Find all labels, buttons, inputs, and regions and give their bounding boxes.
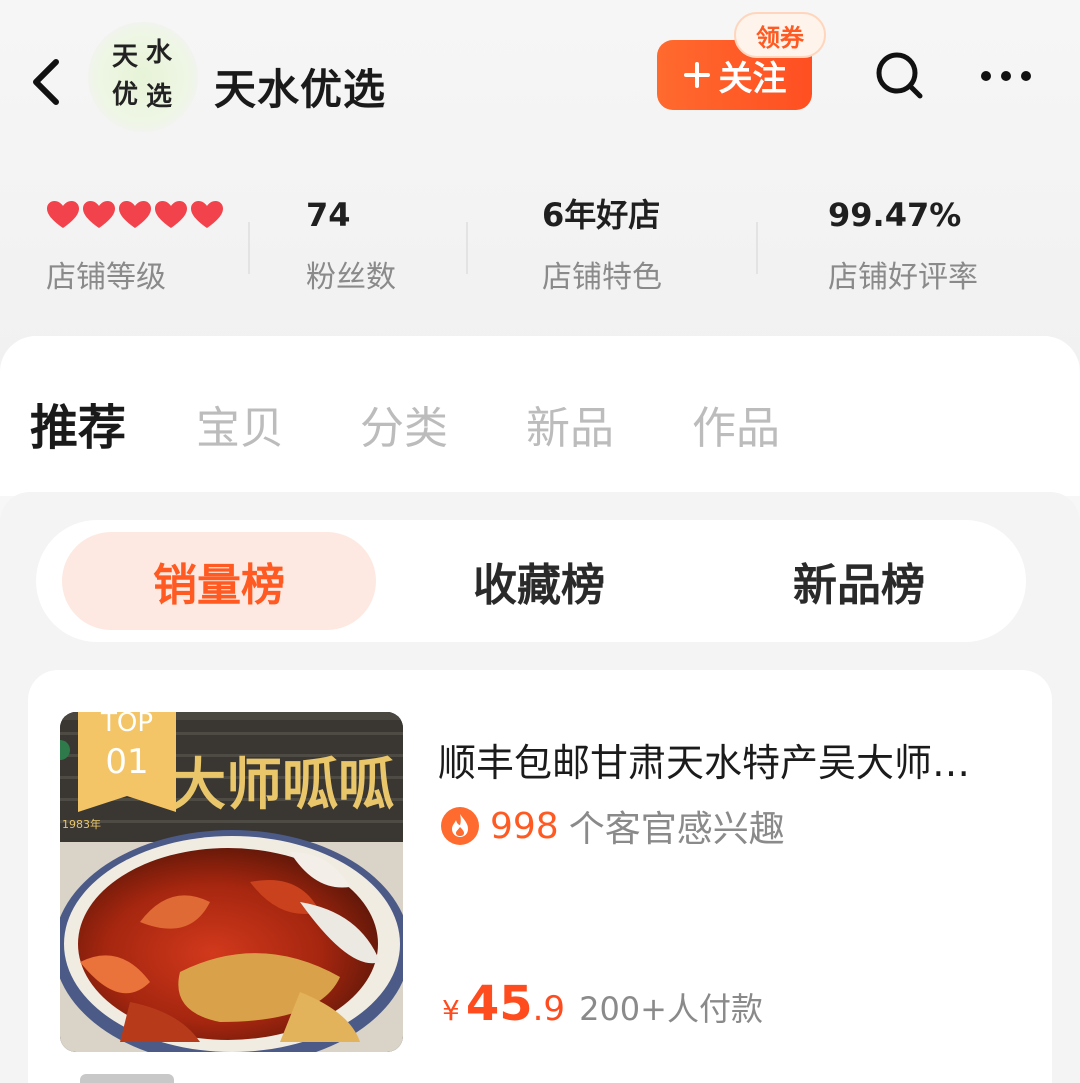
tab-works[interactable]: 作品	[692, 392, 780, 456]
interest-text: 个客官感兴趣	[568, 809, 785, 850]
price-decimal: .9	[532, 989, 566, 1029]
product-title[interactable]: 顺丰包邮甘肃天水特产吴大师…	[438, 732, 1038, 787]
price-integer: 45	[465, 976, 533, 1032]
stat-label: 店铺等级	[46, 260, 166, 295]
price-currency: ¥	[442, 994, 460, 1027]
heart-icon	[47, 201, 79, 228]
more-icon	[981, 71, 1031, 81]
next-item-stub	[80, 1074, 174, 1083]
search-button[interactable]	[872, 48, 928, 108]
heart-icon	[83, 201, 115, 228]
thumb-sign-text: 大师呱呱	[170, 752, 394, 818]
logo-char: 天	[112, 42, 139, 72]
plus-icon	[683, 62, 710, 88]
flame-icon	[441, 807, 479, 845]
stat-value: 6年好店	[542, 196, 661, 234]
paid-count: 200+人付款	[579, 990, 763, 1028]
stat-fans[interactable]: 74 粉丝数	[306, 190, 396, 296]
heart-icon	[191, 201, 223, 228]
stat-label: 粉丝数	[306, 260, 396, 295]
interest-count: 998	[490, 805, 559, 847]
stat-divider	[248, 222, 250, 274]
stat-label: 店铺特色	[542, 260, 662, 295]
logo-char: 优	[112, 80, 139, 110]
tab-categories[interactable]: 分类	[360, 392, 448, 456]
stat-rating[interactable]: 99.47% 店铺好评率	[828, 190, 978, 296]
logo-char: 选	[146, 82, 173, 112]
price-row: ¥ 45 .9 200+人付款	[442, 976, 763, 1032]
store-name[interactable]: 天水优选	[214, 56, 386, 117]
tab-new[interactable]: 新品	[526, 392, 614, 456]
search-icon	[876, 52, 923, 99]
stat-store-level[interactable]: 店铺等级	[46, 190, 224, 296]
back-button[interactable]	[24, 52, 68, 112]
tab-products[interactable]: 宝贝	[196, 392, 284, 456]
rank-tab-favorites[interactable]: 收藏榜	[382, 532, 696, 630]
rank-badge-number: 01	[105, 742, 149, 782]
coupon-badge[interactable]: 领券	[734, 12, 826, 58]
stat-store-feature[interactable]: 6年好店 店铺特色	[542, 190, 662, 296]
stat-label: 店铺好评率	[828, 260, 978, 295]
ranking-switcher: 销量榜 收藏榜 新品榜	[36, 520, 1026, 642]
tab-recommend[interactable]: 推荐	[30, 388, 126, 458]
stat-value: 99.47%	[828, 196, 962, 234]
rank-tab-new[interactable]: 新品榜	[702, 532, 1016, 630]
stat-value: 74	[306, 196, 351, 234]
logo-char: 水	[146, 38, 173, 68]
chevron-left-icon	[33, 59, 59, 105]
rank-tab-sales[interactable]: 销量榜	[62, 532, 376, 630]
store-tabs: 推荐 宝贝 分类 新品 作品	[0, 336, 1080, 496]
stat-divider	[756, 222, 758, 274]
level-hearts	[46, 190, 224, 240]
recommend-content: 销量榜 收藏榜 新品榜 大师呱呱 1983年 TOP 01 顺丰包邮甘肃天水特产…	[0, 492, 1080, 1083]
thumb-year: 1983年	[62, 817, 101, 831]
heart-icon	[155, 201, 187, 228]
interest-row: 998 个客官感兴趣	[440, 800, 785, 852]
store-logo[interactable]: 天 水 优 选	[88, 22, 198, 132]
product-image[interactable]: 大师呱呱 1983年 TOP 01	[60, 712, 403, 1052]
heart-icon	[119, 201, 151, 228]
stat-divider	[466, 222, 468, 274]
rank-badge-top: TOP	[100, 712, 154, 738]
product-card[interactable]: 大师呱呱 1983年 TOP 01 顺丰包邮甘肃天水特产吴大师… 998 个客官…	[28, 670, 1052, 1083]
more-button[interactable]	[978, 58, 1034, 98]
store-panel: 推荐 宝贝 分类 新品 作品 销量榜 收藏榜 新品榜 大师呱呱 1983年 TO…	[0, 336, 1080, 1083]
